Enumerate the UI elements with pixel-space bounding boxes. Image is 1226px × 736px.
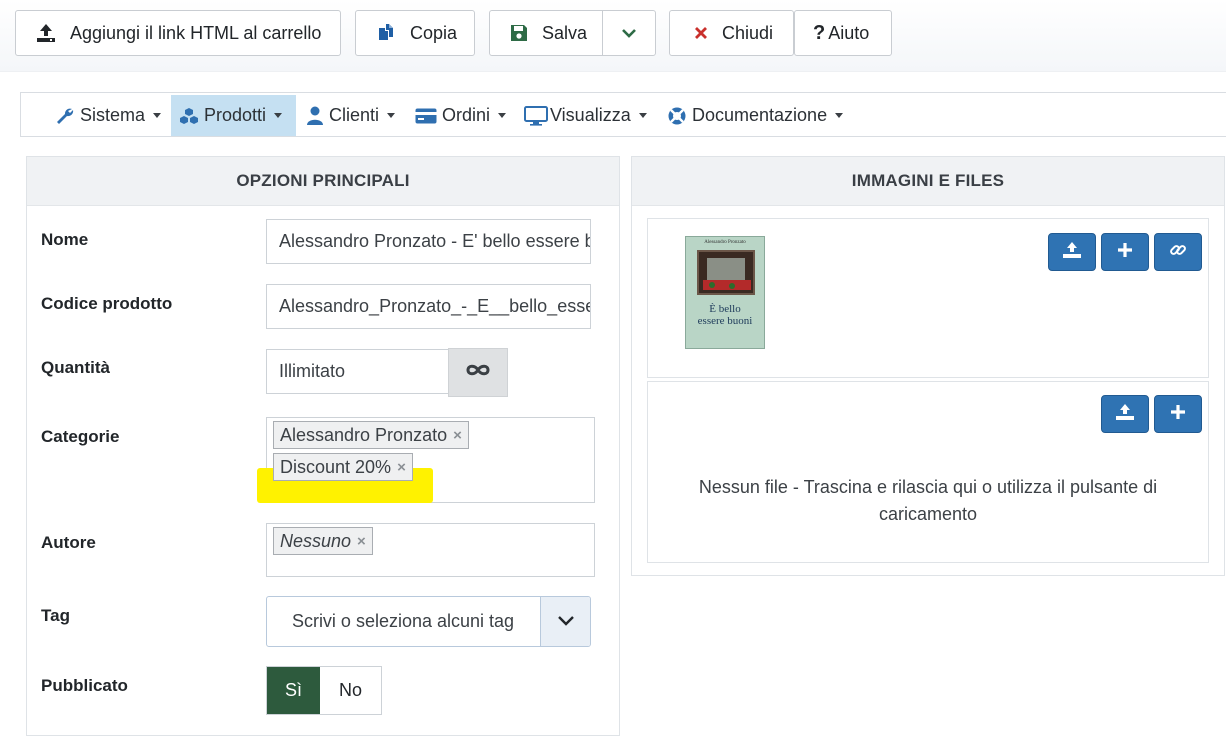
help-label: Aiuto: [828, 22, 870, 43]
name-label: Nome: [41, 230, 89, 249]
caret-down-icon: [835, 113, 844, 118]
category-chip-label: Discount 20%: [280, 456, 392, 477]
images-files-title: IMMAGINI E FILES: [632, 157, 1224, 206]
nav-item-visualizza[interactable]: Visualizza: [516, 95, 655, 136]
tag-select[interactable]: Scrivi o seleziona alcuni tag: [266, 596, 591, 647]
published-toggle: Sì No: [266, 666, 382, 715]
author-chip-label: Nessuno: [280, 530, 352, 551]
remove-category-icon[interactable]: ×: [453, 427, 462, 444]
add-image-button[interactable]: [1101, 233, 1149, 271]
save-button-group: Salva: [489, 10, 656, 56]
copy-label: Copia: [410, 22, 458, 43]
user-icon: [306, 106, 324, 126]
toolbar: Aggiungi il link HTML al carrello Copia …: [0, 0, 1226, 72]
published-no-option[interactable]: No: [320, 667, 381, 714]
quantity-label: Quantità: [41, 358, 110, 377]
copy-icon: [376, 23, 396, 43]
add-file-button[interactable]: [1154, 395, 1202, 433]
published-yes-option[interactable]: Sì: [267, 667, 320, 714]
question-icon: ?: [813, 21, 826, 44]
nav-item-label: Ordini: [442, 105, 491, 125]
cover-title-line2: essere buoni: [697, 315, 753, 327]
remove-category-icon[interactable]: ×: [397, 459, 406, 476]
author-chip: Nessuno ×: [273, 527, 373, 555]
infinity-icon: [465, 363, 491, 382]
cover-author: Alessandro Pronzato: [704, 240, 746, 245]
product-code-label: Codice prodotto: [41, 294, 173, 313]
plus-icon: [1170, 404, 1186, 425]
nav-item-label: Visualizza: [550, 105, 631, 125]
upload-icon: [1115, 403, 1135, 426]
nav-item-label: Clienti: [329, 105, 380, 125]
close-label: Chiudi: [722, 22, 774, 43]
save-icon: [510, 24, 528, 42]
plus-icon: [1117, 242, 1133, 263]
main-navbar: Sistema Prodotti Clienti Ordini Visualiz…: [20, 92, 1226, 137]
tag-placeholder: Scrivi o seleziona alcuni tag: [291, 611, 515, 631]
upload-image-button[interactable]: [1048, 233, 1096, 271]
unlimited-toggle-button[interactable]: [448, 348, 508, 397]
add-html-link-label: Aggiungi il link HTML al carrello: [70, 22, 322, 43]
cover-title-line1: È bello: [709, 303, 741, 315]
caret-down-icon: [498, 113, 507, 118]
category-chip: Discount 20% ×: [273, 453, 413, 481]
categories-label: Categorie: [41, 427, 120, 446]
wrench-icon: [55, 106, 75, 126]
images-files-panel: IMMAGINI E FILES Alessandro Pronzato È b…: [631, 156, 1225, 576]
categories-select[interactable]: Alessandro Pronzato × Discount 20% ×: [257, 417, 595, 503]
help-button[interactable]: ? Aiuto: [794, 10, 892, 56]
nav-item-clienti[interactable]: Clienti: [298, 95, 403, 136]
caret-down-icon: [638, 113, 647, 118]
nav-item-label: Prodotti: [204, 105, 267, 125]
no-file-message: Nessun file - Trascina e rilascia qui o …: [698, 477, 1158, 524]
product-image-thumbnail[interactable]: Alessandro Pronzato È bello essere buoni: [685, 236, 765, 349]
main-options-title: OPZIONI PRINCIPALI: [27, 157, 619, 206]
close-button[interactable]: Chiudi: [669, 10, 794, 56]
author-select[interactable]: Nessuno ×: [266, 523, 595, 577]
chevron-down-icon: [557, 613, 575, 631]
link-image-button[interactable]: [1154, 233, 1202, 271]
life-ring-icon: [667, 106, 687, 126]
quantity-input[interactable]: Illimitato: [266, 349, 450, 394]
category-chip: Alessandro Pronzato ×: [273, 421, 469, 449]
add-html-link-to-cart-button[interactable]: Aggiungi il link HTML al carrello: [15, 10, 341, 56]
credit-card-icon: [415, 108, 437, 124]
save-options-toggle[interactable]: [603, 11, 655, 55]
upload-icon: [36, 23, 56, 43]
tag-label: Tag: [41, 606, 70, 625]
nav-item-prodotti[interactable]: Prodotti: [171, 95, 296, 136]
chevron-down-icon: [621, 23, 637, 44]
caret-down-icon: [274, 113, 283, 118]
nav-item-documentazione[interactable]: Documentazione: [659, 95, 851, 136]
author-label: Autore: [41, 533, 96, 552]
tag-dropdown-toggle[interactable]: [540, 597, 590, 646]
published-label: Pubblicato: [41, 676, 128, 695]
name-input[interactable]: Alessandro Pronzato - E' bello essere bu…: [266, 219, 591, 264]
category-chip-label: Alessandro Pronzato: [280, 424, 448, 445]
upload-icon: [1062, 241, 1082, 264]
close-icon: [694, 26, 708, 40]
nav-item-ordini[interactable]: Ordini: [407, 95, 514, 136]
link-icon: [1169, 241, 1187, 264]
caret-down-icon: [153, 113, 162, 118]
caret-down-icon: [387, 113, 396, 118]
copy-button[interactable]: Copia: [355, 10, 475, 56]
files-dropzone[interactable]: Nessun file - Trascina e rilascia qui o …: [647, 381, 1209, 563]
remove-author-icon[interactable]: ×: [357, 533, 366, 550]
desktop-icon: [524, 105, 548, 126]
cubes-icon: [179, 107, 199, 125]
nav-item-label: Sistema: [80, 105, 146, 125]
main-options-panel: OPZIONI PRINCIPALI Nome Alessandro Pronz…: [26, 156, 620, 736]
images-dropzone[interactable]: Alessandro Pronzato È bello essere buoni: [647, 218, 1209, 378]
upload-file-button[interactable]: [1101, 395, 1149, 433]
cover-window-art: [697, 250, 755, 295]
nav-item-sistema[interactable]: Sistema: [47, 95, 169, 136]
save-button[interactable]: Salva: [490, 11, 603, 55]
nav-item-label: Documentazione: [692, 105, 828, 125]
save-label: Salva: [542, 22, 588, 43]
product-code-input[interactable]: Alessandro_Pronzato_-_E__bello_essere_bu…: [266, 284, 591, 329]
